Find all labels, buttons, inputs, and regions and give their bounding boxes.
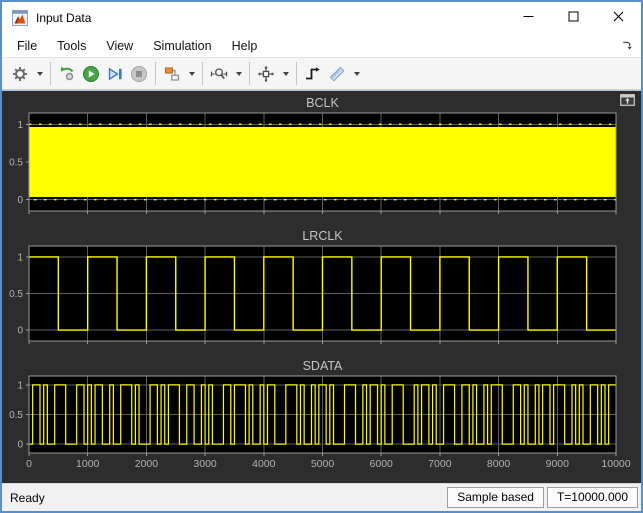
minimize-icon xyxy=(523,9,534,27)
chevron-down-icon xyxy=(354,72,360,76)
dock-figure-button[interactable] xyxy=(621,40,632,51)
signal-trace xyxy=(29,257,616,330)
y-tick-label: 0.5 xyxy=(9,289,23,300)
close-button[interactable] xyxy=(596,2,641,34)
sample-mode-badge: Sample based xyxy=(447,487,544,508)
measurements-button[interactable] xyxy=(325,61,349,87)
x-tick-label: 2000 xyxy=(135,458,159,470)
step-back-icon xyxy=(58,65,76,83)
scope-toolbar xyxy=(2,58,641,90)
scope-plot-area[interactable]: 0 0.5 1 BCLK 0 0.5 1 LRCLK 0 0.5 1 0 1000 2000 3000 400… xyxy=(2,91,641,483)
y-tick-label: 1 xyxy=(17,120,23,131)
stop-icon xyxy=(130,65,148,83)
y-tick-label: 0 xyxy=(17,440,23,451)
chevron-down-icon xyxy=(283,72,289,76)
zoom-dropdown[interactable] xyxy=(231,61,245,87)
gear-icon xyxy=(11,65,29,83)
fit-to-view-icon xyxy=(257,65,275,83)
scope-display: 0 0.5 1 BCLK 0 0.5 1 LRCLK 0 0.5 1 0 1000 2000 3000 400… xyxy=(2,90,641,483)
x-tick-label: 0 xyxy=(26,458,32,470)
toolbar-separator xyxy=(155,62,156,85)
y-tick-label: 1 xyxy=(17,252,23,263)
plot-sdata: 0 0.5 1 0 1000 2000 3000 4000 5000 6000 7000 8000 90… xyxy=(9,359,631,470)
matlab-app-icon xyxy=(12,10,28,26)
toolbar-separator xyxy=(249,62,250,85)
close-icon xyxy=(613,9,624,27)
zoom-x-icon xyxy=(210,65,228,83)
trigger-icon xyxy=(304,65,322,83)
toolbar-separator xyxy=(50,62,51,85)
dock-arrow-icon xyxy=(621,40,632,51)
trigger-button[interactable] xyxy=(301,61,325,87)
x-tick-label: 7000 xyxy=(428,458,452,470)
simulink-highlight-dropdown[interactable] xyxy=(184,61,198,87)
x-tick-label: 4000 xyxy=(252,458,276,470)
chevron-down-icon xyxy=(189,72,195,76)
window-title: Input Data xyxy=(36,11,91,25)
measurements-dropdown[interactable] xyxy=(349,61,363,87)
plot-lrclk: 0 0.5 1 LRCLK xyxy=(9,229,616,344)
window-controls xyxy=(506,2,641,34)
zoom-button[interactable] xyxy=(207,61,231,87)
status-text: Ready xyxy=(10,491,45,505)
y-tick-label: 0.5 xyxy=(9,158,23,169)
y-tick-label: 0 xyxy=(17,326,23,337)
menu-item-view[interactable]: View xyxy=(96,34,143,57)
span-button[interactable] xyxy=(254,61,278,87)
chevron-down-icon xyxy=(37,72,43,76)
menu-item-file[interactable]: File xyxy=(7,34,47,57)
sim-time-badge: T=10000.000 xyxy=(547,487,638,508)
y-tick-label: 1 xyxy=(17,380,23,391)
y-tick-label: 0.5 xyxy=(9,410,23,421)
menu-item-tools[interactable]: Tools xyxy=(47,34,96,57)
y-tick-label: 0 xyxy=(17,195,23,206)
menu-item-help[interactable]: Help xyxy=(222,34,268,57)
window-up-arrow-icon xyxy=(620,94,635,106)
toolbar-separator xyxy=(202,62,203,85)
plot-title: LRCLK xyxy=(302,229,343,243)
x-tick-label: 9000 xyxy=(546,458,570,470)
minimize-button[interactable] xyxy=(506,2,551,34)
run-button[interactable] xyxy=(79,61,103,87)
span-dropdown[interactable] xyxy=(278,61,292,87)
step-forward-icon xyxy=(106,65,124,83)
maximize-button[interactable] xyxy=(551,2,596,34)
simulink-blocks-icon xyxy=(163,65,181,83)
x-tick-label: 10000 xyxy=(601,458,630,470)
x-tick-label: 8000 xyxy=(487,458,511,470)
signal-band xyxy=(29,127,616,197)
ruler-icon xyxy=(328,65,346,83)
x-tick-label: 5000 xyxy=(311,458,335,470)
simulink-highlight-button[interactable] xyxy=(160,61,184,87)
x-tick-label: 3000 xyxy=(193,458,217,470)
menu-bar: File Tools View Simulation Help xyxy=(2,34,641,58)
configuration-button[interactable] xyxy=(8,61,32,87)
step-back-button[interactable] xyxy=(55,61,79,87)
maximize-axes-button[interactable] xyxy=(620,94,635,106)
plot-title: BCLK xyxy=(306,96,339,110)
stop-button[interactable] xyxy=(127,61,151,87)
step-forward-button[interactable] xyxy=(103,61,127,87)
status-bar: Ready Sample based T=10000.000 xyxy=(2,483,641,511)
run-icon xyxy=(82,65,100,83)
chevron-down-icon xyxy=(236,72,242,76)
toolbar-separator xyxy=(296,62,297,85)
menu-item-simulation[interactable]: Simulation xyxy=(143,34,221,57)
maximize-icon xyxy=(568,9,579,27)
status-right: Sample based T=10000.000 xyxy=(444,487,638,508)
x-tick-label: 1000 xyxy=(76,458,100,470)
x-tick-label: 6000 xyxy=(370,458,394,470)
plot-title: SDATA xyxy=(303,359,343,373)
scope-window: Input Data File Tools View Simulati xyxy=(0,0,643,513)
title-bar: Input Data xyxy=(2,2,641,34)
plot-bclk: 0 0.5 1 BCLK xyxy=(9,96,616,214)
configuration-dropdown[interactable] xyxy=(32,61,46,87)
